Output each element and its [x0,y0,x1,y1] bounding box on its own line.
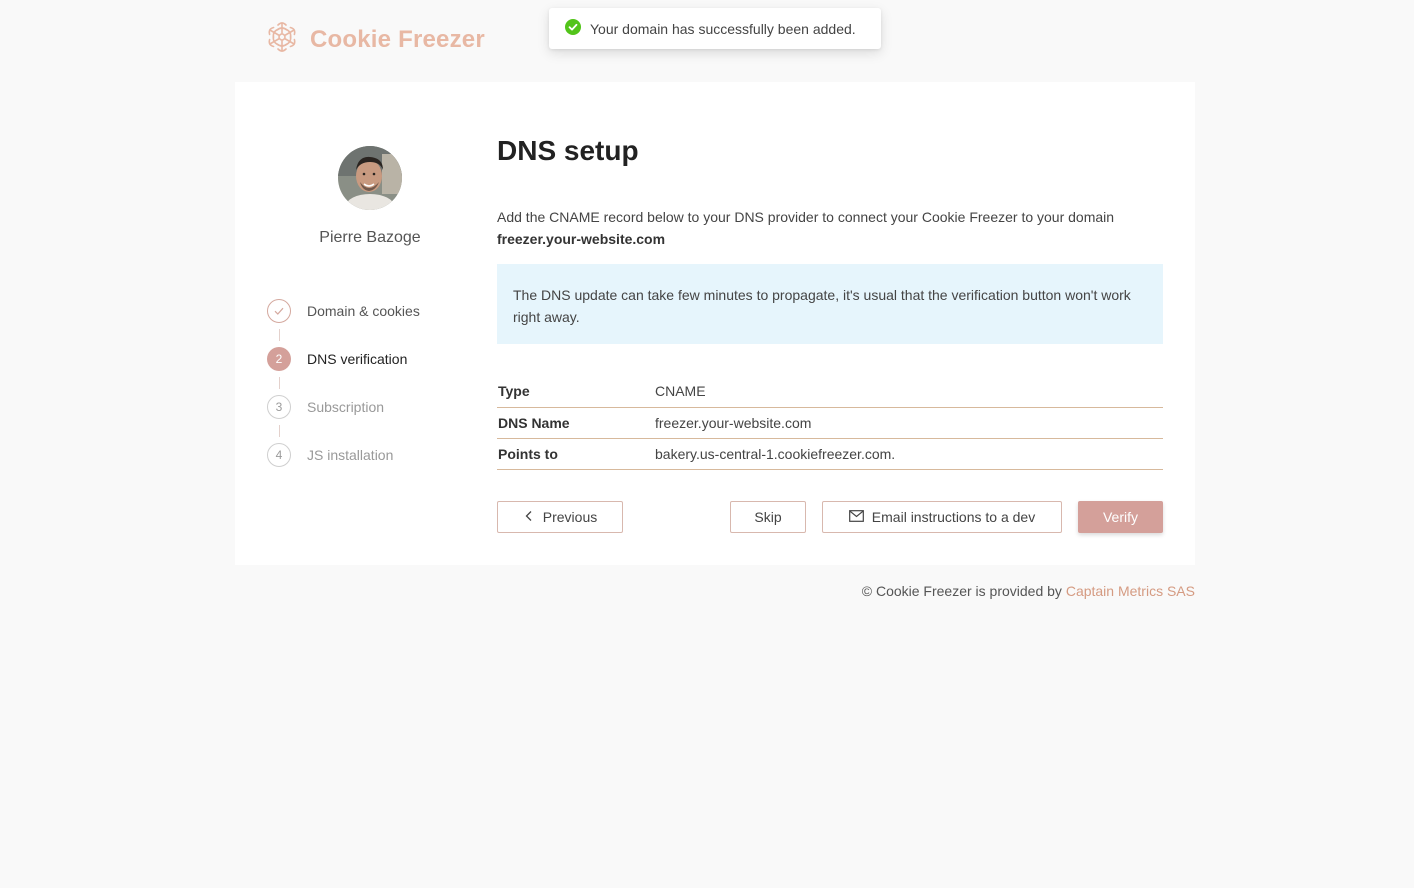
user-name: Pierre Bazoge [319,229,421,246]
mail-icon [848,509,864,525]
step-number: 4 [267,443,291,467]
target-domain: freezer.your-website.com [497,231,666,247]
step-label: JS installation [307,447,394,463]
record-key: Type [498,383,530,400]
record-value: bakery.us-central-1.cookiefreezer.com. [655,445,896,462]
chevron-left-icon [523,509,535,525]
step-label: Domain & cookies [307,303,420,319]
table-row: DNS Name freezer.your-website.com [497,407,1163,438]
footer: © Cookie Freezer is provided by Captain … [862,583,1195,599]
email-instructions-button[interactable]: Email instructions to a dev [822,501,1062,533]
step-number: 2 [267,347,291,371]
step-label: Subscription [307,399,385,415]
check-icon [267,299,291,323]
footer-company-link[interactable]: Captain Metrics SAS [1066,583,1195,599]
brand-name: Cookie Freezer [310,25,485,53]
dns-description: Add the CNAME record below to your DNS p… [497,206,1163,250]
record-key: DNS Name [498,414,570,431]
step-subscription[interactable]: 3 Subscription [267,395,467,419]
info-text: The DNS update can take few minutes to p… [513,287,1131,325]
record-value: freezer.your-website.com [655,414,812,431]
step-label: DNS verification [307,351,408,367]
dns-record-table: Type CNAME DNS Name freezer.your-website… [497,376,1163,470]
user-avatar [338,146,402,210]
step-connector [279,329,280,341]
success-toast: Your domain has successfully been added. [549,8,881,49]
record-value: CNAME [655,383,706,400]
step-number: 3 [267,395,291,419]
verify-button[interactable]: Verify [1078,501,1163,533]
step-domain-cookies[interactable]: Domain & cookies [267,299,467,323]
description-text: Add the CNAME record below to your DNS p… [497,209,1115,225]
skip-button[interactable]: Skip [730,501,806,533]
previous-label: Previous [542,509,598,525]
onboarding-card: Pierre Bazoge Domain & cookies 2 DNS ver… [235,82,1195,565]
email-label: Email instructions to a dev [871,509,1036,525]
step-connector [279,377,280,389]
previous-button[interactable]: Previous [497,501,623,533]
snowflake-icon [266,21,298,58]
record-key: Points to [498,445,558,462]
footer-text: © Cookie Freezer is provided by [861,583,1062,599]
step-dns-verification[interactable]: 2 DNS verification [267,347,467,371]
toast-message: Your domain has successfully been added. [590,20,856,37]
brand-logo[interactable]: Cookie Freezer [266,21,485,58]
skip-label: Skip [754,509,782,525]
page-title: DNS setup [497,135,639,166]
table-row: Type CNAME [497,376,1163,407]
verify-label: Verify [1102,509,1138,525]
table-row: Points to bakery.us-central-1.cookiefree… [497,438,1163,469]
step-connector [279,425,280,437]
propagation-info-box: The DNS update can take few minutes to p… [497,264,1163,344]
check-circle-icon [565,19,581,38]
step-js-installation[interactable]: 4 JS installation [267,443,467,467]
